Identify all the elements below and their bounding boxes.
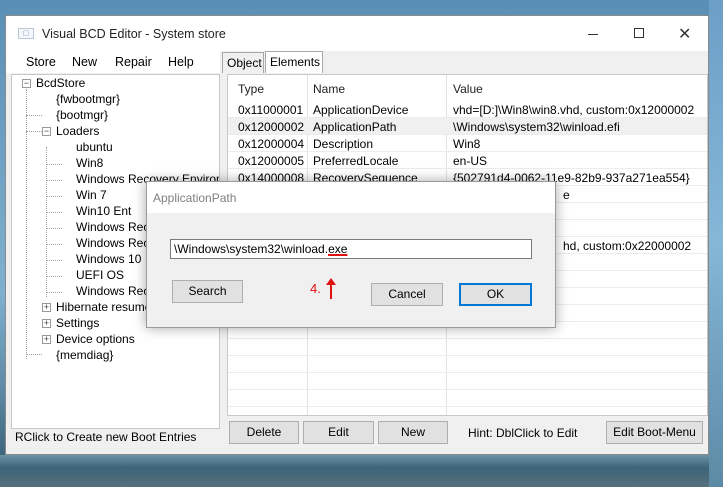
maximize-icon [634,28,644,38]
ok-button[interactable]: OK [459,283,532,306]
dialog-title: ApplicationPath [147,182,555,213]
table-row-selected[interactable]: 0x12000002 ApplicationPath \Windows\syst… [228,118,707,135]
tree-item[interactable]: {memdiag} [56,347,113,363]
menu-store[interactable]: Store [26,55,56,69]
edit-button[interactable]: Edit [303,421,374,444]
menu-bar: Store New Repair Help [6,51,220,73]
tree-item-selected[interactable]: Win8 [76,155,103,171]
window-title: Visual BCD Editor - System store [42,27,226,41]
expand-icon[interactable]: + [42,319,51,328]
step-annotation: 4. [310,281,321,296]
maximize-button[interactable] [616,16,662,51]
search-button[interactable]: Search [172,280,243,303]
app-icon: ▢ [18,28,34,39]
cell-type: 0x12000005 [238,154,305,168]
tree-item[interactable]: ubuntu [76,139,113,155]
cancel-button[interactable]: Cancel [371,283,443,306]
new-button[interactable]: New [378,421,448,444]
cell-value: Win8 [453,137,481,151]
expand-icon[interactable]: + [42,303,51,312]
hint-text: Hint: DblClick to Edit [468,426,578,440]
path-input[interactable]: \Windows\system32\winload.exe [170,239,532,259]
table-row[interactable]: 0x11000001 ApplicationDevice vhd=[D:]\Wi… [228,101,707,118]
tree-item[interactable]: UEFI OS [76,267,124,283]
cell-value: hd, custom:0x22000002 [563,239,692,253]
cell-type: 0x11000001 [238,103,304,117]
menu-help[interactable]: Help [168,55,194,69]
application-path-dialog: ApplicationPath \Windows\system32\winloa… [146,181,556,328]
column-header-name[interactable]: Name [313,82,345,96]
cell-value: e [563,188,570,202]
tree-item[interactable]: Settings [56,315,99,331]
collapse-icon[interactable]: − [22,79,31,88]
desktop-background-edge [709,0,723,487]
cell-value: vhd=[D:]\Win8\win8.vhd, custom:0x1200000… [453,103,695,117]
table-row[interactable] [228,339,707,356]
menu-repair[interactable]: Repair [115,55,152,69]
path-input-marked: exe [328,242,348,256]
cell-name: ApplicationPath [313,120,397,134]
cell-value: \Windows\system32\winload.efi [453,120,620,134]
cell-value: en-US [453,154,488,168]
tree-item[interactable]: Win10 Ent [76,203,131,219]
desktop-background [0,455,723,487]
cell-name: PreferredLocale [313,154,399,168]
edit-boot-menu-button[interactable]: Edit Boot-Menu [606,421,703,444]
grid-header: Type Name Value [228,75,707,101]
status-text: RClick to Create new Boot Entries [15,430,197,444]
tree-item[interactable]: {bootmgr} [56,107,108,123]
minimize-button[interactable] [570,16,616,51]
cell-name: ApplicationDevice [313,103,409,117]
tree-item[interactable]: Device options [56,331,135,347]
table-row[interactable]: 0x12000004 Description Win8 [228,135,707,152]
tree-item[interactable]: Windows 10 [76,251,141,267]
cell-name: Description [313,137,374,151]
minimize-icon [588,34,598,35]
annotation-arrow-icon [326,278,336,299]
table-row[interactable] [228,373,707,390]
cell-type: 0x12000004 [238,137,305,151]
title-bar: ▢ Visual BCD Editor - System store ✕ [6,16,708,51]
menu-new[interactable]: New [72,55,97,69]
tree-item[interactable]: {fwbootmgr} [56,91,120,107]
delete-button[interactable]: Delete [229,421,299,444]
tree-item[interactable]: Win 7 [76,187,107,203]
collapse-icon[interactable]: − [42,127,51,136]
tree-item-loaders[interactable]: Loaders [56,123,99,139]
expand-icon[interactable]: + [42,335,51,344]
column-header-value[interactable]: Value [453,82,483,96]
path-input-prefix: \Windows\system32\winload. [174,242,329,256]
close-button[interactable]: ✕ [662,16,708,51]
tree-item-bcdstore[interactable]: BcdStore [36,75,85,91]
close-icon: ✕ [678,26,692,43]
table-row[interactable] [228,390,707,407]
table-row[interactable]: 0x12000005 PreferredLocale en-US [228,152,707,169]
tab-elements[interactable]: Elements [265,51,323,73]
cell-type: 0x12000002 [238,120,305,134]
table-row[interactable] [228,356,707,373]
tab-object[interactable]: Object [222,52,264,73]
column-header-type[interactable]: Type [238,82,264,96]
